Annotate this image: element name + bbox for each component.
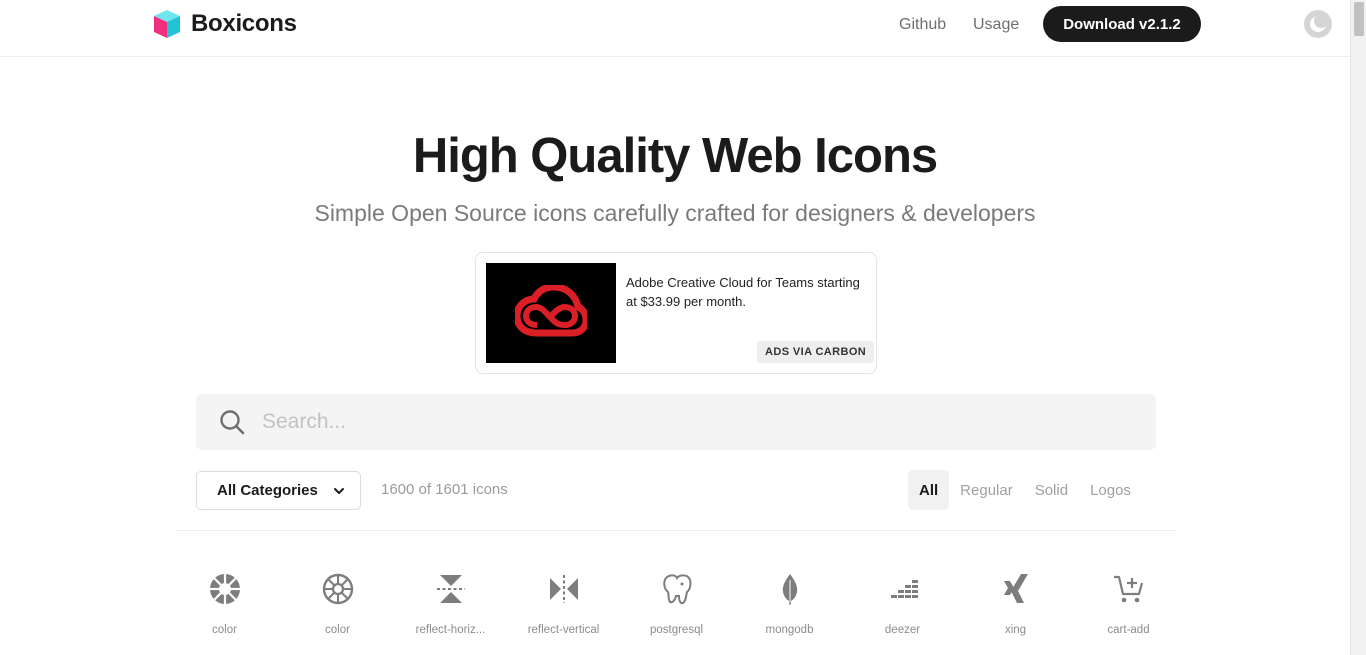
reflect-vertical-icon — [549, 575, 578, 603]
search-bar — [196, 394, 1156, 450]
scrollbar-thumb[interactable] — [1354, 2, 1364, 36]
ads-via-carbon-label[interactable]: ADS VIA CARBON — [757, 341, 875, 363]
icon-label: postgresql — [649, 624, 704, 636]
icon-card[interactable]: xing — [959, 572, 1072, 652]
icon-label: cart-add — [1107, 624, 1150, 636]
nav-github-link[interactable]: Github — [899, 16, 946, 34]
ad-text[interactable]: Adobe Creative Cloud for Teams starting … — [626, 273, 866, 311]
site-header: Boxicons Github Usage Download v2.1.2 — [0, 0, 1350, 57]
filter-logos[interactable]: Logos — [1079, 470, 1142, 510]
icon-card[interactable]: reflect-horiz... — [394, 572, 507, 652]
hero-subtitle: Simple Open Source icons carefully craft… — [314, 200, 1036, 226]
icon-label: reflect-horiz... — [415, 624, 486, 636]
icon-label: deezer — [884, 624, 921, 636]
cart-add-icon — [1113, 575, 1143, 603]
filter-solid[interactable]: Solid — [1024, 470, 1079, 510]
carbon-ad[interactable]: Adobe Creative Cloud for Teams starting … — [475, 252, 877, 374]
mongodb-icon — [782, 574, 797, 605]
icon-card[interactable]: postgresql — [620, 572, 733, 652]
icon-card[interactable]: deezer — [846, 572, 959, 652]
hero-title: High Quality Web Icons — [412, 129, 938, 183]
icon-count: 1600 of 1601 icons — [381, 481, 508, 498]
postgresql-icon — [662, 574, 691, 605]
icon-grid: color color reflect-horiz... reflect-ver… — [168, 572, 1184, 652]
icon-label: reflect-vertical — [527, 624, 600, 636]
icon-label: color — [325, 624, 350, 636]
search-input[interactable] — [262, 402, 1122, 442]
search-icon — [220, 410, 245, 435]
brand-logo-link[interactable]: Boxicons — [151, 8, 297, 40]
icon-card[interactable]: cart-add — [1072, 572, 1185, 652]
icon-card[interactable]: color — [281, 572, 394, 652]
adobe-creative-cloud-icon — [515, 285, 587, 337]
icon-type-filters: All Regular Solid Logos — [908, 470, 1142, 510]
icon-card[interactable]: color — [168, 572, 281, 652]
boxicons-logo-icon — [154, 10, 180, 38]
divider — [176, 530, 1176, 531]
color-regular-icon — [322, 573, 353, 605]
icon-card[interactable]: mongodb — [733, 572, 846, 652]
filter-all[interactable]: All — [908, 470, 950, 510]
deezer-icon — [890, 580, 918, 598]
color-solid-icon — [209, 574, 240, 604]
icon-card[interactable]: reflect-vertical — [507, 572, 620, 652]
page-scrollbar[interactable] — [1350, 0, 1366, 655]
brand-name: Boxicons — [191, 10, 297, 37]
icon-label: xing — [1004, 624, 1027, 636]
icon-label: mongodb — [765, 624, 814, 636]
reflect-horizontal-icon — [436, 575, 465, 603]
xing-icon — [1003, 574, 1028, 603]
moon-icon — [1310, 14, 1328, 32]
download-button[interactable]: Download v2.1.2 — [1043, 6, 1201, 42]
filter-regular[interactable]: Regular — [949, 470, 1024, 510]
ad-image[interactable] — [486, 263, 616, 363]
dark-mode-toggle[interactable] — [1304, 10, 1332, 38]
page: Boxicons Github Usage Download v2.1.2 Hi… — [0, 0, 1366, 655]
chevron-down-icon — [333, 487, 344, 494]
nav-usage-link[interactable]: Usage — [973, 16, 1019, 34]
category-dropdown[interactable]: All Categories — [196, 471, 361, 510]
category-dropdown-label: All Categories — [217, 482, 318, 499]
icon-label: color — [212, 624, 237, 636]
